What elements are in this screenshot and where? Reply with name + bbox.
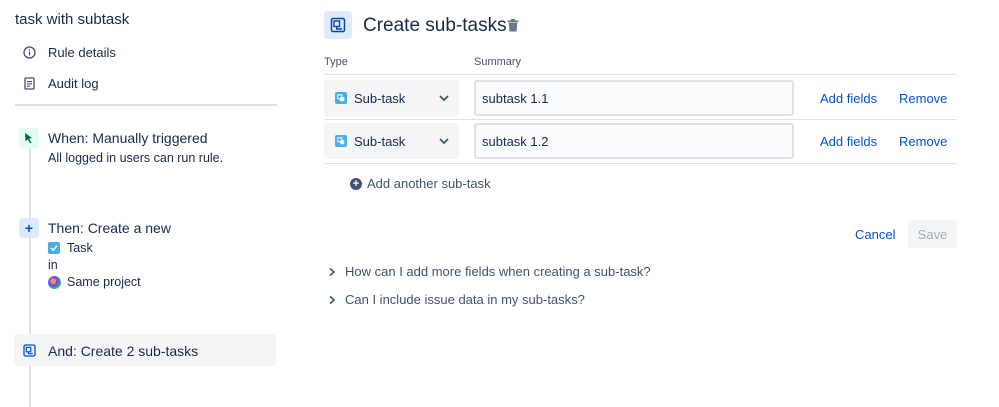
document-icon	[22, 77, 36, 91]
project-icon	[48, 275, 61, 289]
subtask-editor: Create sub-tasks Type Summary Sub-task A…	[310, 0, 999, 407]
subtask-header-icon	[324, 11, 352, 39]
rule-timeline-line	[29, 140, 31, 407]
remove-link[interactable]: Remove	[899, 134, 947, 149]
task-checkbox-icon	[48, 242, 60, 254]
type-column-header: Type	[324, 56, 348, 68]
page-title: Create sub-tasks	[363, 15, 507, 36]
chevron-down-icon	[439, 95, 449, 102]
trigger-title: When: Manually triggered	[48, 130, 208, 146]
audit-log-label: Audit log	[48, 76, 99, 91]
row-divider	[324, 119, 957, 120]
project-label: Same project	[67, 275, 141, 289]
add-another-subtask-button[interactable]: + Add another sub-task	[350, 176, 491, 191]
project-line: Same project	[48, 275, 141, 289]
rule-title: task with subtask	[15, 11, 130, 28]
subtask-type-select[interactable]: Sub-task	[324, 123, 459, 159]
save-button[interactable]: Save	[908, 220, 957, 248]
issue-type-label: Task	[67, 241, 93, 255]
add-another-label: Add another sub-task	[367, 176, 491, 191]
faq-question: Can I include issue data in my sub-tasks…	[345, 292, 585, 307]
subtask-type-select[interactable]: Sub-task	[324, 80, 459, 116]
rule-details-link[interactable]: Rule details	[22, 45, 116, 60]
subtask-type-value: Sub-task	[354, 133, 406, 149]
remove-link[interactable]: Remove	[899, 91, 947, 106]
trash-icon[interactable]	[507, 19, 519, 32]
rule-sidebar: task with subtask Rule details Audit log…	[0, 0, 290, 407]
faq-item[interactable]: How can I add more fields when creating …	[328, 264, 651, 279]
rule-details-label: Rule details	[48, 45, 116, 60]
create-subtasks-title: And: Create 2 sub-tasks	[48, 343, 199, 359]
summary-column-header: Summary	[474, 56, 522, 68]
audit-log-link[interactable]: Audit log	[22, 76, 99, 91]
faq-question: How can I add more fields when creating …	[345, 264, 651, 279]
cursor-icon	[19, 128, 39, 148]
summary-input[interactable]	[474, 80, 794, 116]
table-bottom-border	[324, 163, 957, 164]
issue-type-line: Task	[48, 241, 93, 255]
chevron-down-icon	[439, 138, 449, 145]
subtask-type-value: Sub-task	[354, 90, 406, 106]
trigger-description: All logged in users can run rule.	[48, 151, 224, 165]
add-fields-link[interactable]: Add fields	[820, 134, 877, 149]
subtask-type-icon	[335, 135, 347, 147]
summary-input[interactable]	[474, 123, 794, 159]
cancel-button[interactable]: Cancel	[855, 227, 895, 242]
create-issue-title: Then: Create a new	[48, 220, 171, 236]
add-circle-icon: +	[350, 177, 362, 190]
plus-icon: +	[19, 218, 39, 238]
create-subtasks-step[interactable]: And: Create 2 sub-tasks	[14, 334, 276, 366]
faq-item[interactable]: Can I include issue data in my sub-tasks…	[328, 292, 585, 307]
table-top-border	[324, 74, 957, 75]
subtask-type-icon	[335, 92, 347, 104]
subtask-icon	[19, 340, 39, 360]
chevron-right-icon	[329, 267, 336, 276]
sidebar-divider	[15, 104, 277, 106]
in-label: in	[48, 258, 58, 272]
chevron-right-icon	[329, 295, 336, 304]
add-fields-link[interactable]: Add fields	[820, 91, 877, 106]
info-icon	[22, 46, 36, 60]
